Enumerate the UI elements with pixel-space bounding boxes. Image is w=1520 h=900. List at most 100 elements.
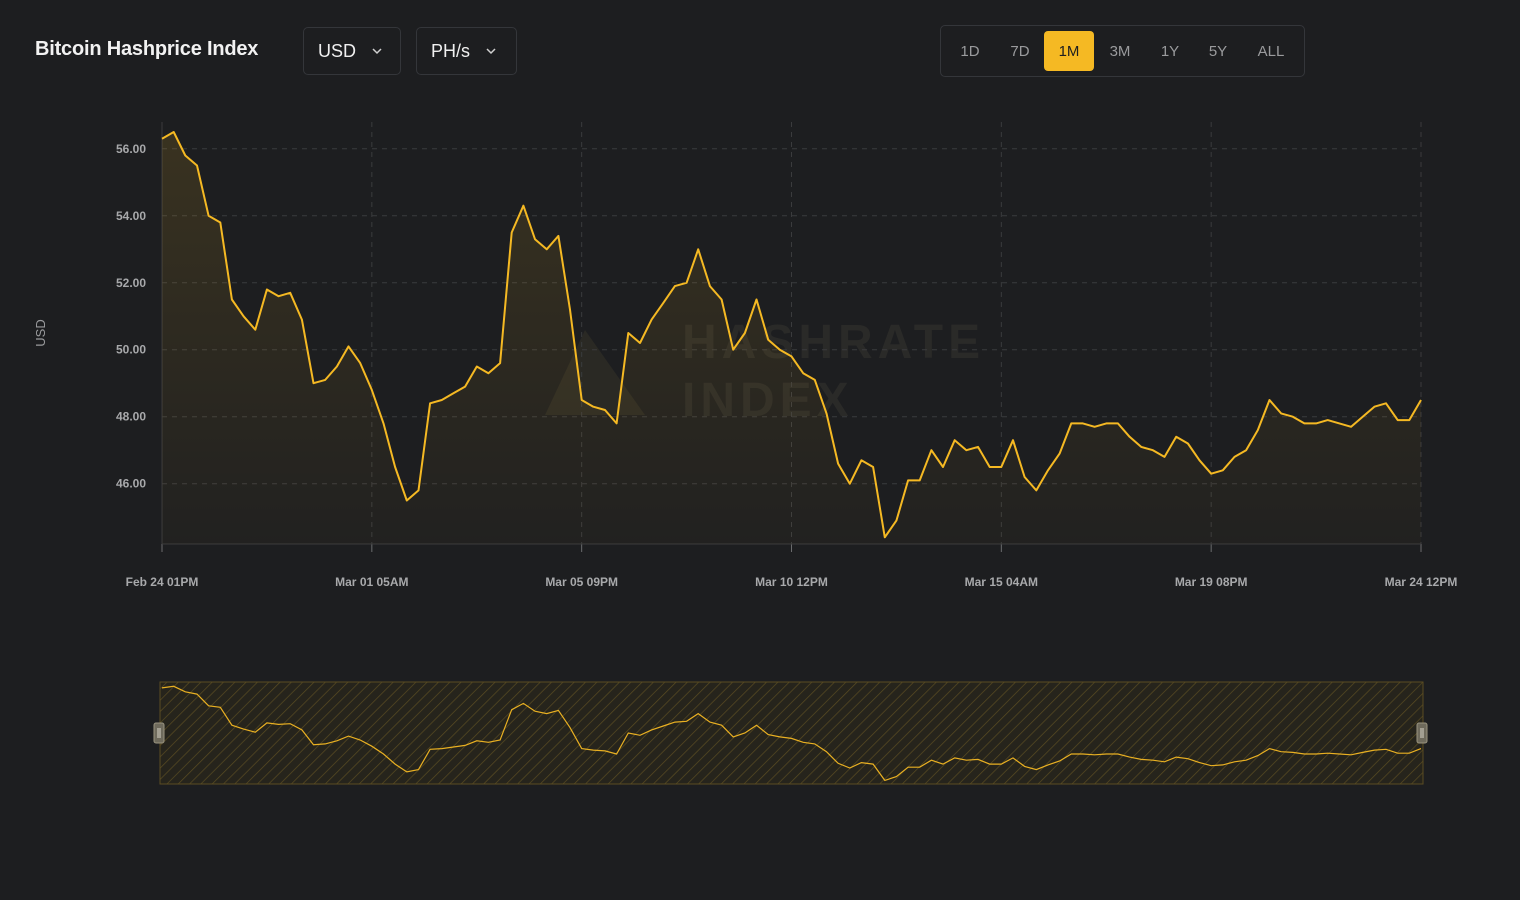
data-point: [837, 463, 839, 465]
data-point: [989, 466, 991, 468]
data-point: [884, 536, 886, 538]
data-point: [1129, 436, 1131, 438]
data-point: [1059, 453, 1061, 455]
data-point: [1350, 426, 1352, 428]
x-tick-label: Mar 10 12PM: [755, 575, 828, 589]
navigator-handle-right[interactable]: [1416, 722, 1428, 744]
data-point: [1222, 469, 1224, 471]
data-point: [522, 205, 524, 207]
x-tick-label: Mar 19 08PM: [1175, 575, 1248, 589]
x-tick-label: Mar 15 04AM: [965, 575, 1038, 589]
x-tick-label: Mar 24 12PM: [1385, 575, 1458, 589]
data-point: [826, 412, 828, 414]
data-point: [1257, 429, 1259, 431]
data-point: [219, 222, 221, 224]
y-tick-label: 46.00: [116, 477, 146, 491]
y-tick-label: 52.00: [116, 276, 146, 290]
data-point: [1338, 422, 1340, 424]
data-point: [709, 285, 711, 287]
data-point: [604, 409, 606, 411]
y-tick-label: 50.00: [116, 343, 146, 357]
data-point: [464, 386, 466, 388]
data-point: [849, 483, 851, 485]
range-navigator[interactable]: [153, 681, 1428, 785]
data-point: [1117, 422, 1119, 424]
data-point: [1280, 412, 1282, 414]
data-point: [1234, 456, 1236, 458]
data-point: [767, 339, 769, 341]
data-point: [324, 379, 326, 381]
data-point: [1210, 473, 1212, 475]
data-point: [965, 449, 967, 451]
data-point: [418, 489, 420, 491]
data-point: [651, 319, 653, 321]
data-point: [1070, 422, 1072, 424]
data-point: [1385, 402, 1387, 404]
data-point: [756, 299, 758, 301]
y-tick-label: 48.00: [116, 410, 146, 424]
data-point: [1362, 416, 1364, 418]
data-point: [1199, 459, 1201, 461]
data-point: [779, 349, 781, 351]
data-point: [954, 439, 956, 441]
y-axis: 46.00 48.00 50.00 52.00 54.00 56.00: [116, 122, 163, 544]
data-point: [1327, 419, 1329, 421]
data-point: [1269, 399, 1271, 401]
data-point: [942, 466, 944, 468]
y-tick-label: 56.00: [116, 142, 146, 156]
data-point: [1000, 466, 1002, 468]
data-point: [1094, 426, 1096, 428]
data-point: [534, 238, 536, 240]
data-point: [452, 392, 454, 394]
data-point: [371, 389, 373, 391]
x-tick-label: Feb 24 01PM: [126, 575, 199, 589]
data-point: [1187, 443, 1189, 445]
data-point: [569, 309, 571, 311]
data-point: [1408, 419, 1410, 421]
data-point: [278, 295, 280, 297]
data-point: [1315, 422, 1317, 424]
data-point: [336, 366, 338, 368]
data-point: [1082, 422, 1084, 424]
data-point: [359, 362, 361, 364]
data-point: [581, 399, 583, 401]
data-point: [231, 299, 233, 301]
data-point: [1303, 422, 1305, 424]
data-point: [441, 399, 443, 401]
data-point: [977, 446, 979, 448]
y-tick-label: 54.00: [116, 209, 146, 223]
data-point: [1012, 439, 1014, 441]
data-point: [1152, 449, 1154, 451]
data-point: [208, 215, 210, 217]
data-point: [674, 285, 676, 287]
data-point: [930, 449, 932, 451]
data-point: [1420, 399, 1422, 401]
data-point: [161, 138, 163, 140]
data-point: [243, 315, 245, 317]
navigator-selection[interactable]: [159, 681, 1424, 785]
data-point: [662, 302, 664, 304]
data-point: [791, 355, 793, 357]
data-point: [1105, 422, 1107, 424]
data-point: [406, 500, 408, 502]
data-point: [592, 406, 594, 408]
data-point: [313, 382, 315, 384]
data-point: [499, 362, 501, 364]
x-axis: Feb 24 01PM Mar 01 05AM Mar 05 09PM Mar 10 …: [126, 543, 1458, 589]
data-point: [907, 479, 909, 481]
data-point: [487, 372, 489, 374]
drag-handle-icon[interactable]: [153, 722, 165, 744]
data-point: [802, 372, 804, 374]
data-point: [860, 459, 862, 461]
navigator-handle-left[interactable]: [153, 722, 165, 744]
data-point: [872, 466, 874, 468]
hashprice-chart[interactable]: HASHRATE INDEX 46.0048.0050.0052.0054.00…: [0, 0, 1520, 900]
data-point: [196, 165, 198, 167]
data-point: [184, 155, 186, 157]
drag-handle-icon[interactable]: [1416, 722, 1428, 744]
data-point: [1397, 419, 1399, 421]
data-point: [814, 379, 816, 381]
data-point: [511, 232, 513, 234]
data-point: [266, 289, 268, 291]
data-point: [1245, 449, 1247, 451]
